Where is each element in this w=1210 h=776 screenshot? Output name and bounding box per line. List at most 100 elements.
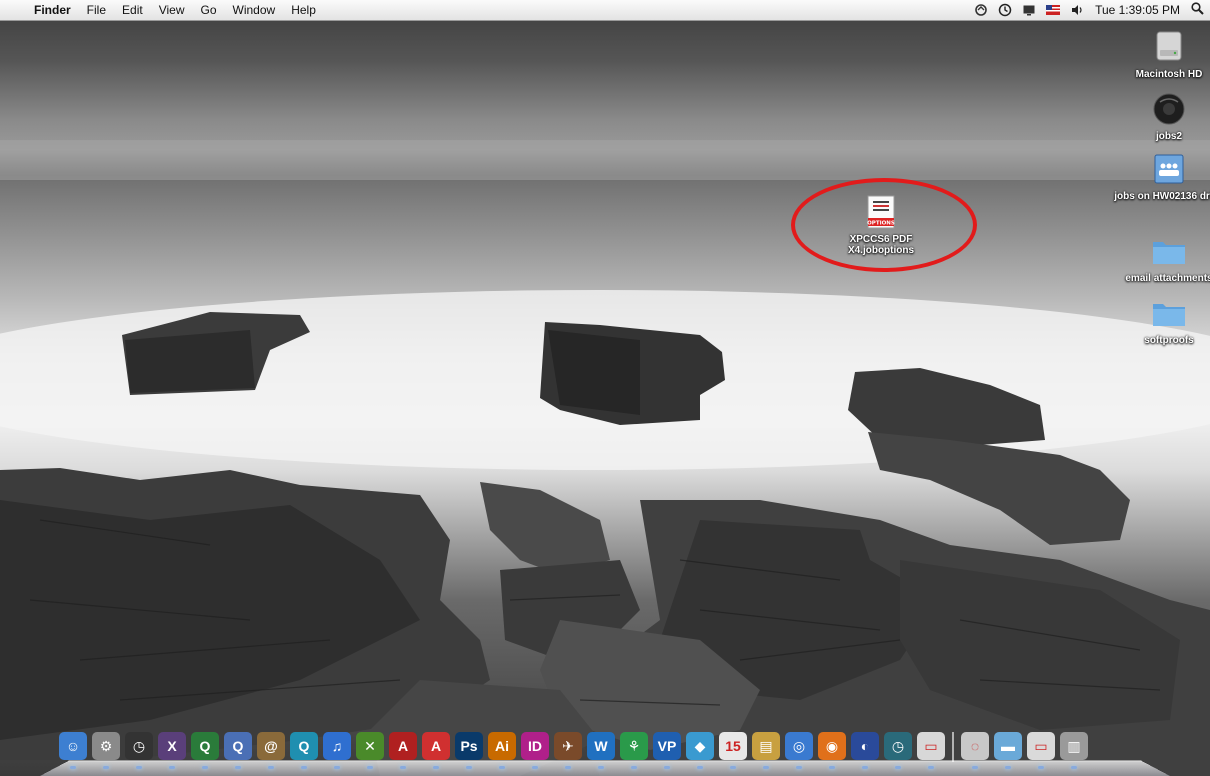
running-indicator xyxy=(796,766,802,769)
folder-icon xyxy=(1150,294,1188,332)
running-indicator xyxy=(400,766,406,769)
desktop-icon-jobs2[interactable]: jobs2 xyxy=(1114,90,1210,142)
dock-item-system-preferences[interactable]: ⚙ xyxy=(91,730,121,769)
desktop-icon-macintosh-hd[interactable]: Macintosh HD xyxy=(1114,28,1210,80)
dock-item-ical[interactable]: 15 xyxy=(718,730,748,769)
dock-item-acrobat-pro[interactable]: A xyxy=(388,730,418,769)
dock-item-vpn-vp[interactable]: VP xyxy=(652,730,682,769)
running-indicator xyxy=(895,766,901,769)
finder-icon: ☺ xyxy=(59,732,87,760)
desktop-icon-softproofs[interactable]: softproofs xyxy=(1114,294,1210,346)
dock: ☺ ⚙ ◷ X Q Q @ Q ♫ ✕ A A Ps Ai ID ✈ W ⚘ VP ◆ 15 ▤ ◎ ◉ ◐ ◷ ▭ ◌ ▬ ▭ ▥ xyxy=(40,728,1170,776)
flag-input-icon[interactable] xyxy=(1046,3,1061,17)
itunes-icon: ♫ xyxy=(323,732,351,760)
running-indicator xyxy=(136,766,142,769)
dock-item-dashboard[interactable]: ◷ xyxy=(124,730,154,769)
desktop-icon-network-drive[interactable]: jobs on HW02136 drive xyxy=(1114,150,1210,202)
documents-stack-icon: ▭ xyxy=(1027,732,1055,760)
dock-item-utilities-stack[interactable]: ◌ xyxy=(960,730,990,769)
dock-item-safari[interactable]: ◎ xyxy=(784,730,814,769)
dock-item-quark-qc[interactable]: Q xyxy=(190,730,220,769)
dock-item-adobe-reader[interactable]: A xyxy=(421,730,451,769)
dock-item-fetch[interactable]: ✈ xyxy=(553,730,583,769)
desktop-icon-label: email attachments xyxy=(1125,273,1210,284)
running-indicator xyxy=(730,766,736,769)
spotlight-search-icon[interactable] xyxy=(1188,2,1206,18)
desktop-wallpaper[interactable] xyxy=(0,0,1210,776)
preview-icon: Q xyxy=(290,732,318,760)
stickies-icon: ▤ xyxy=(752,732,780,760)
dock-item-itunes[interactable]: ♫ xyxy=(322,730,352,769)
hard-drive-icon xyxy=(1150,28,1188,66)
running-indicator xyxy=(972,766,978,769)
dock-item-xquartz[interactable]: ✕ xyxy=(355,730,385,769)
running-indicator xyxy=(697,766,703,769)
dock-separator xyxy=(952,732,954,762)
xquartz-icon: ✕ xyxy=(356,732,384,760)
spotlight-sync-icon[interactable] xyxy=(974,3,988,17)
dock-item-cyberduck[interactable]: ⚘ xyxy=(619,730,649,769)
menu-file[interactable]: File xyxy=(79,3,114,17)
time-machine-icon: ◷ xyxy=(884,732,912,760)
menu-view[interactable]: View xyxy=(151,3,193,17)
menu-bar: Finder File Edit View Go Window Help Tue… xyxy=(0,0,1210,21)
dock-item-documents-stack[interactable]: ▭ xyxy=(1026,730,1056,769)
trash-icon: ▥ xyxy=(1060,732,1088,760)
menu-go[interactable]: Go xyxy=(193,3,225,17)
acrobat-pro-icon: A xyxy=(389,732,417,760)
dock-item-x11[interactable]: X xyxy=(157,730,187,769)
running-indicator xyxy=(70,766,76,769)
time-machine-icon[interactable] xyxy=(998,3,1012,17)
dock-item-illustrator[interactable]: Ai xyxy=(487,730,517,769)
running-indicator xyxy=(664,766,670,769)
dock-item-firefox[interactable]: ◉ xyxy=(817,730,847,769)
cube-app-icon: ◆ xyxy=(686,732,714,760)
red-annotation-circle xyxy=(791,178,977,272)
dock-item-indesign[interactable]: ID xyxy=(520,730,550,769)
desktop-icon-label: jobs on HW02136 drive xyxy=(1114,191,1210,202)
menu-help[interactable]: Help xyxy=(283,3,324,17)
fetch-icon: ✈ xyxy=(554,732,582,760)
desktop-icon-email-attachments[interactable]: email attachments xyxy=(1114,232,1210,284)
adobe-reader-icon: A xyxy=(422,732,450,760)
dock-item-finder[interactable]: ☺ xyxy=(58,730,88,769)
running-indicator xyxy=(1071,766,1077,769)
ical-icon: 15 xyxy=(719,732,747,760)
dock-item-preview[interactable]: Q xyxy=(289,730,319,769)
running-indicator xyxy=(862,766,868,769)
menubar-clock[interactable]: Tue 1:39:05 PM xyxy=(1089,3,1188,17)
display-icon[interactable] xyxy=(1022,3,1036,17)
dock-item-address-book[interactable]: @ xyxy=(256,730,286,769)
running-indicator xyxy=(367,766,373,769)
dock-item-preview-photos[interactable]: ◐ xyxy=(850,730,880,769)
x11-icon: X xyxy=(158,732,186,760)
downloads-folder-icon: ▬ xyxy=(994,732,1022,760)
wallpaper-scene xyxy=(0,140,1210,776)
volume-icon[interactable] xyxy=(1070,3,1084,17)
dock-item-stickies[interactable]: ▤ xyxy=(751,730,781,769)
dock-item-cube-app[interactable]: ◆ xyxy=(685,730,715,769)
running-indicator xyxy=(532,766,538,769)
dock-item-time-machine[interactable]: ◷ xyxy=(883,730,913,769)
dock-item-quark-qa[interactable]: Q xyxy=(223,730,253,769)
photoshop-icon: Ps xyxy=(455,732,483,760)
desktop-icon-label: softproofs xyxy=(1144,335,1194,346)
dashboard-icon: ◷ xyxy=(125,732,153,760)
dock-item-image-capture[interactable]: ▭ xyxy=(916,730,946,769)
running-indicator xyxy=(334,766,340,769)
system-preferences-icon: ⚙ xyxy=(92,732,120,760)
utilities-stack-icon: ◌ xyxy=(961,732,989,760)
indesign-icon: ID xyxy=(521,732,549,760)
dock-item-fireworks-w[interactable]: W xyxy=(586,730,616,769)
dock-item-downloads-folder[interactable]: ▬ xyxy=(993,730,1023,769)
menu-finder[interactable]: Finder xyxy=(26,3,79,17)
running-indicator xyxy=(1038,766,1044,769)
illustrator-icon: Ai xyxy=(488,732,516,760)
dock-item-photoshop[interactable]: Ps xyxy=(454,730,484,769)
dock-item-trash[interactable]: ▥ xyxy=(1059,730,1089,769)
menu-window[interactable]: Window xyxy=(225,3,284,17)
menu-edit[interactable]: Edit xyxy=(114,3,151,17)
running-indicator xyxy=(499,766,505,769)
running-indicator xyxy=(433,766,439,769)
dock-items: ☺ ⚙ ◷ X Q Q @ Q ♫ ✕ A A Ps Ai ID ✈ W ⚘ VP ◆ 15 ▤ ◎ ◉ ◐ ◷ ▭ ◌ ▬ ▭ ▥ xyxy=(58,730,1092,769)
